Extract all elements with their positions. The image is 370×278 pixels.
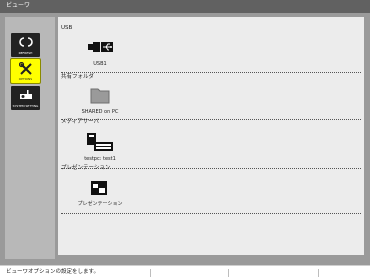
folder-icon [90,86,110,108]
usb-icon [87,39,113,59]
section-label-shared-folder: 共有フォルダ [61,74,95,80]
shared-folder-label: SHARED on PC [81,109,119,115]
status-message: ビューワオプションの設定をします。 [6,269,99,275]
status-separator [318,269,319,277]
usb1-label: USB1 [93,61,107,67]
presentation-icon [90,180,108,200]
options-label: OPTIONS [18,77,33,81]
section-divider [61,213,361,214]
system-setting-button[interactable]: SYSTEM SETTING [11,86,40,110]
system-setting-label: SYSTEM SETTING [12,104,39,108]
presentation-item[interactable]: プレゼンテーション [70,177,130,213]
media-server-item[interactable]: testpc: test1 [74,129,126,164]
status-separator [228,269,229,277]
presentation-label: プレゼンテーション [77,201,123,207]
projector-icon [11,89,40,102]
title-bar: ビューワ [0,0,370,13]
viewer-screen: ビューワ REFRESH OPTIONS SYSTEM SETTING USB … [0,0,370,278]
window-title: ビューワ [6,2,31,9]
media-server-icon [86,132,114,156]
media-server-label: testpc: test1 [84,156,116,162]
section-divider [61,72,361,73]
status-bar: ビューワオプションの設定をします。 [0,265,370,278]
section-divider [61,119,361,120]
tools-icon [11,62,40,75]
usb1-item[interactable]: USB1 [74,37,126,71]
refresh-icon [11,36,40,49]
status-separator [150,269,151,277]
options-button[interactable]: OPTIONS [10,58,41,84]
section-label-presentation: プレゼンテーション [61,165,111,171]
refresh-button[interactable]: REFRESH [11,33,40,57]
section-label-usb: USB [61,25,73,31]
section-label-media-server: メディアサーバ [61,119,100,125]
refresh-label: REFRESH [18,51,33,55]
shared-folder-item[interactable]: SHARED on PC [74,83,126,118]
